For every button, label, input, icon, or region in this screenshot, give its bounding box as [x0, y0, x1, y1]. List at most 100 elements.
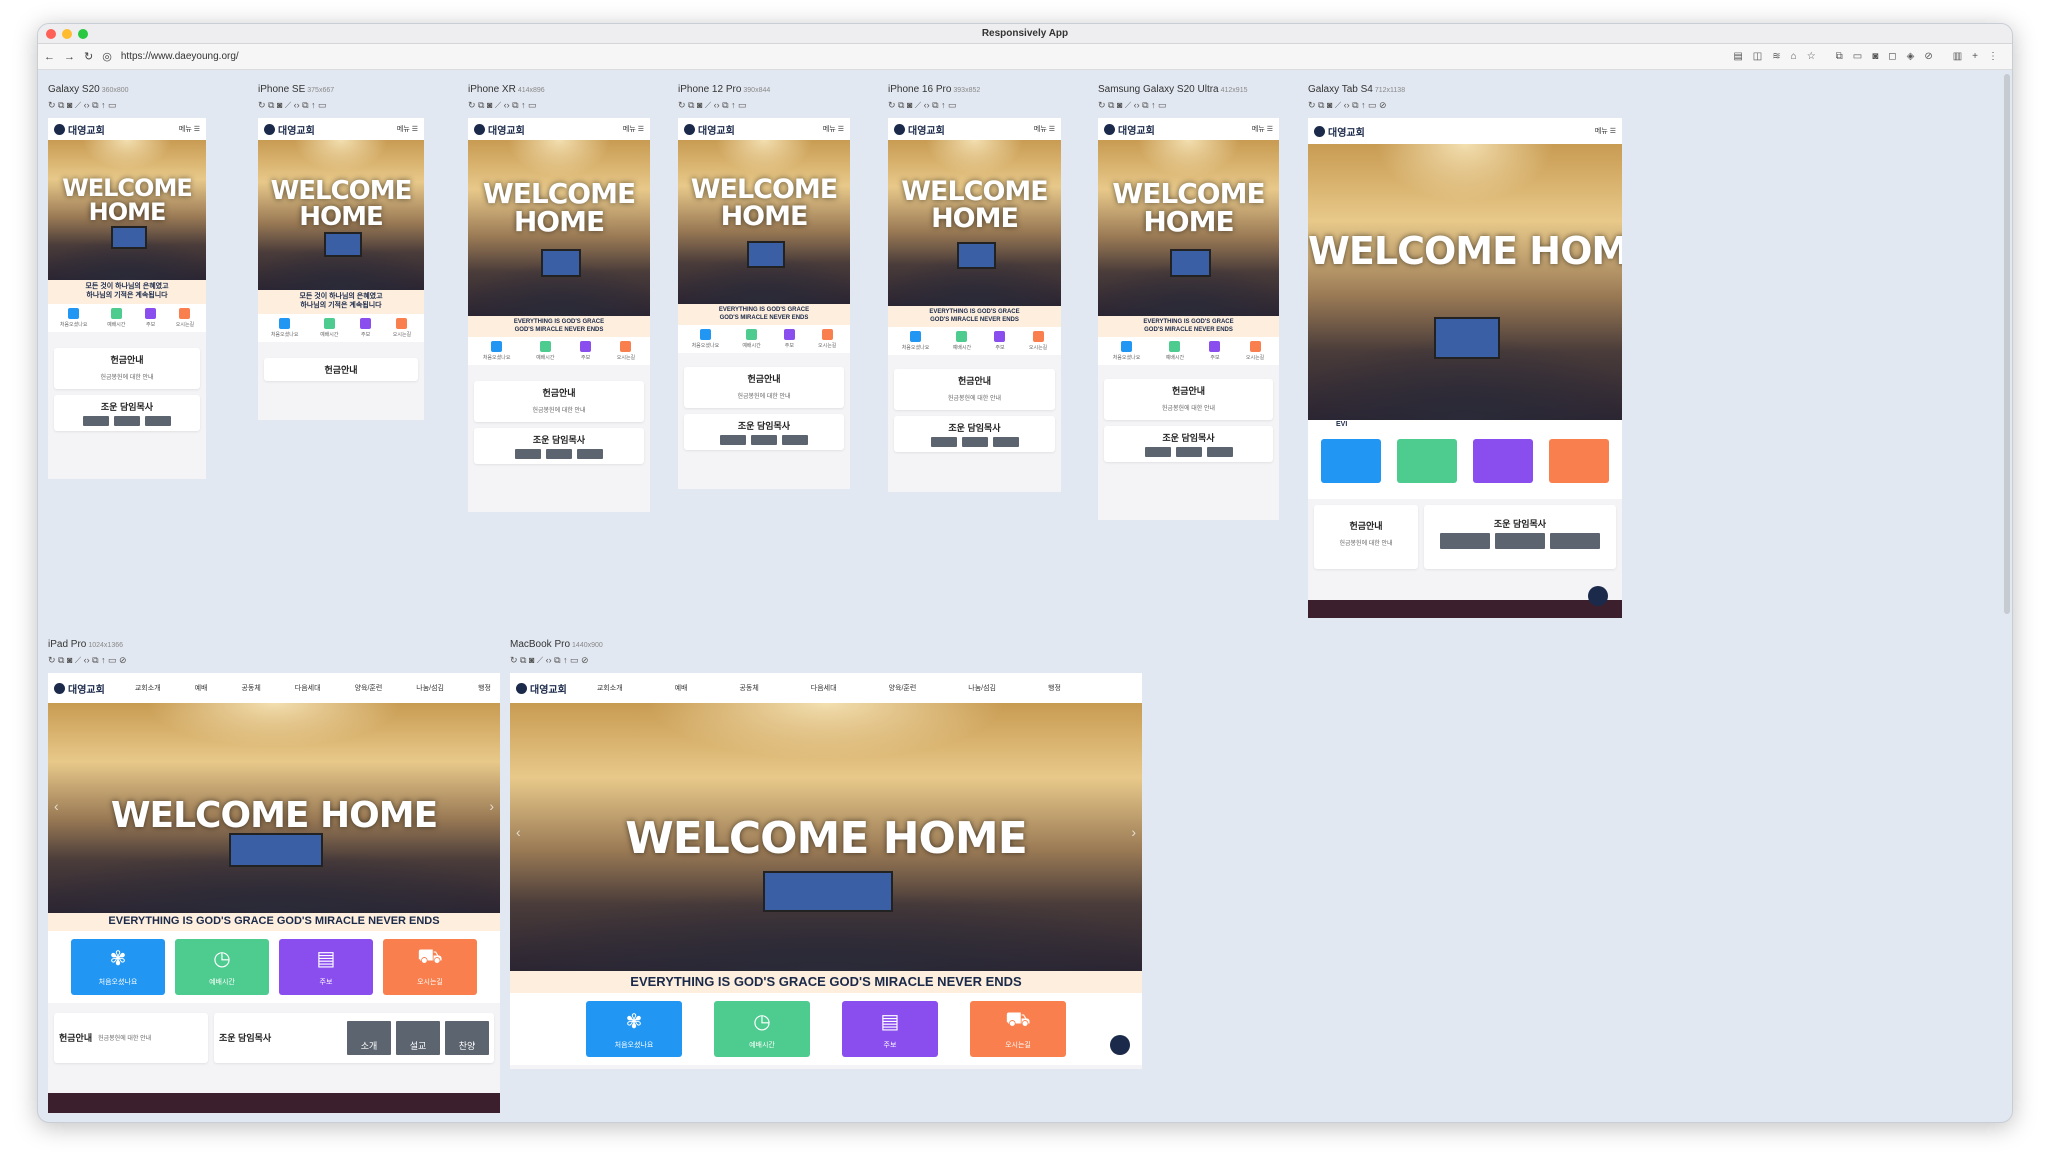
quick-link[interactable]: ◷ 예배시간	[175, 938, 269, 995]
pastor-card[interactable]: 조운 담임목사	[1424, 505, 1616, 569]
quick-link[interactable]	[1473, 439, 1533, 483]
quick-link[interactable]: 처음오셨나요	[902, 331, 929, 351]
offering-card[interactable]: 헌금안내 헌금봉헌에 대한 안내	[1104, 379, 1273, 420]
pastor-card[interactable]: 조운 담임목사	[54, 394, 200, 431]
pastor-card[interactable]: 조운 담임목사	[1104, 426, 1273, 462]
menu-button[interactable]: 메뉴 ☰	[1034, 124, 1055, 134]
site-logo[interactable]: 대영교회	[1104, 122, 1155, 137]
site-logo[interactable]: 대영교회	[54, 681, 105, 696]
site-logo[interactable]: 대영교회	[264, 122, 315, 137]
device-toolbar[interactable]: ↻ ⧉ ◙ ⟋ ‹› ⧉ ↑ ▭	[258, 98, 424, 112]
quick-link[interactable]: ✾ 처음오셨나요	[586, 1001, 682, 1058]
star-icon[interactable]: ☆	[1807, 51, 1816, 62]
nav-item[interactable]: 다음세대	[811, 683, 837, 693]
menu-button[interactable]: 메뉴 ☰	[397, 124, 418, 134]
quick-link[interactable]: 처음오셨나요	[1113, 341, 1140, 361]
quick-link[interactable]: ◷ 예배시간	[714, 1001, 810, 1058]
add-icon[interactable]: +	[1972, 51, 1978, 62]
quick-link[interactable]: 예배시간	[742, 329, 761, 349]
site-logo[interactable]: 대영교회	[684, 122, 735, 137]
quick-link[interactable]: 오시는길	[617, 341, 635, 361]
nav-item[interactable]: 다음세대	[295, 683, 321, 693]
quick-link[interactable]	[1397, 439, 1457, 483]
camera-icon[interactable]: ◙	[1872, 51, 1878, 62]
window-scrollbar[interactable]	[2004, 74, 2010, 614]
quick-link[interactable]: 주보	[994, 331, 1006, 351]
pastor-praise-button[interactable]: 찬양	[445, 1020, 489, 1055]
nav-item[interactable]: 양육/훈련	[889, 683, 917, 693]
quick-link[interactable]: 예배시간	[953, 331, 971, 351]
quick-link[interactable]: 주보	[1209, 341, 1221, 361]
quick-link[interactable]: ⛟ 오시는길	[970, 1001, 1066, 1058]
device-toolbar[interactable]: ↻ ⧉ ◙ ⟋ ‹› ⧉ ↑ ▭ ⊘	[510, 653, 1142, 667]
nav-item[interactable]: 나눔/섬김	[968, 683, 996, 693]
device-toolbar[interactable]: ↻ ⧉ ◙ ⟋ ‹› ⧉ ↑ ▭ ⊘	[1308, 98, 1622, 112]
offering-card[interactable]: 헌금안내 헌금봉헌에 대한 안내	[54, 1012, 208, 1063]
tool-icon[interactable]: ◫	[1753, 51, 1762, 62]
pastor-card[interactable]: 조운 담임목사	[474, 428, 644, 464]
chat-icon[interactable]	[1588, 586, 1608, 606]
offering-card[interactable]: 헌금안내 헌금봉헌에 대한 안내	[474, 381, 644, 422]
quick-link[interactable]: ▤ 주보	[279, 938, 373, 995]
tool-icon[interactable]: ▤	[1733, 51, 1742, 62]
quick-link[interactable]: 예배시간	[536, 341, 554, 361]
pastor-card[interactable]: 조운 담임목사 소개 설교 찬양	[214, 1012, 494, 1063]
device-toolbar[interactable]: ↻ ⧉ ◙ ⟋ ‹› ⧉ ↑ ▭	[1098, 98, 1279, 112]
device-toolbar[interactable]: ↻ ⧉ ◙ ⟋ ‹› ⧉ ↑ ▭	[468, 98, 650, 112]
pastor-card[interactable]: 조운 담임목사	[684, 414, 844, 450]
nav-item[interactable]: 교회소개	[135, 683, 161, 693]
quick-link[interactable]: 오시는길	[393, 317, 411, 338]
layout-icon[interactable]: ▥	[1953, 51, 1962, 62]
forward-icon[interactable]: →	[64, 51, 75, 63]
eye-off-icon[interactable]: ⊘	[1924, 51, 1932, 62]
minimize-icon[interactable]	[62, 29, 72, 39]
quick-link[interactable]: 처음오셨나요	[271, 317, 298, 338]
site-logo[interactable]: 대영교회	[1314, 124, 1365, 139]
quick-link[interactable]: 처음오셨나요	[692, 329, 719, 349]
nav-item[interactable]: 공동체	[241, 683, 260, 693]
device-toolbar[interactable]: ↻ ⧉ ◙ ⟋ ‹› ⧉ ↑ ▭	[678, 98, 850, 112]
more-icon[interactable]: ⋮	[1988, 51, 1998, 62]
device-toolbar[interactable]: ↻ ⧉ ◙ ⟋ ‹› ⧉ ↑ ▭ ⊘	[48, 653, 500, 667]
reload-icon[interactable]: ↻	[84, 50, 93, 63]
menu-button[interactable]: 메뉴 ☰	[1595, 126, 1616, 136]
close-icon[interactable]	[46, 29, 56, 39]
quick-link[interactable]: ✾ 처음오셨나요	[71, 938, 165, 995]
quick-link[interactable]	[1549, 439, 1609, 483]
quick-link[interactable]: 처음오셨나요	[483, 341, 510, 361]
quick-link[interactable]: 처음오셨나요	[60, 307, 87, 328]
nav-item[interactable]: 예배	[195, 683, 208, 693]
quick-link[interactable]: ▤ 주보	[842, 1001, 938, 1058]
quick-link[interactable]: 오시는길	[1029, 331, 1047, 351]
nav-item[interactable]: 행정	[1048, 683, 1061, 693]
tool-icon[interactable]: ◻	[1888, 51, 1896, 62]
site-logo[interactable]: 대영교회	[474, 122, 525, 137]
site-logo[interactable]: 대영교회	[894, 122, 945, 137]
menu-button[interactable]: 메뉴 ☰	[623, 124, 644, 134]
quick-link[interactable]: 예배시간	[107, 307, 125, 328]
offering-card[interactable]: 헌금안내 헌금봉헌에 대한 안내	[1314, 505, 1418, 569]
offering-card[interactable]: 헌금안내 헌금봉헌에 대한 안내	[54, 347, 200, 389]
url-input[interactable]: https://www.daeyoung.org/	[121, 51, 239, 62]
nav-item[interactable]: 공동체	[739, 683, 758, 693]
site-logo[interactable]: 대영교회	[516, 681, 567, 696]
quick-link[interactable]: 예배시간	[1166, 341, 1184, 361]
pastor-intro-button[interactable]: 소개	[347, 1020, 391, 1055]
chat-icon[interactable]	[1110, 1035, 1130, 1055]
menu-button[interactable]: 메뉴 ☰	[179, 124, 200, 134]
nav-item[interactable]: 교회소개	[597, 683, 623, 693]
quick-link[interactable]: ⛟ 오시는길	[383, 938, 477, 995]
quick-link[interactable]	[1321, 439, 1381, 483]
tool-icon[interactable]: ⧉	[1836, 51, 1843, 62]
quick-link[interactable]: 주보	[580, 341, 592, 361]
back-icon[interactable]: ←	[44, 51, 55, 63]
menu-button[interactable]: 메뉴 ☰	[823, 124, 844, 134]
tool-icon[interactable]: ▭	[1853, 51, 1862, 62]
nav-item[interactable]: 나눔/섬김	[416, 683, 444, 693]
quick-link[interactable]: 주보	[145, 307, 157, 328]
pastor-sermon-button[interactable]: 설교	[396, 1020, 440, 1055]
nav-item[interactable]: 양육/훈련	[355, 683, 383, 693]
quick-link[interactable]: 오시는길	[1246, 341, 1264, 361]
home-icon[interactable]: ⌂	[1791, 51, 1797, 62]
quick-link[interactable]: 주보	[360, 317, 372, 338]
